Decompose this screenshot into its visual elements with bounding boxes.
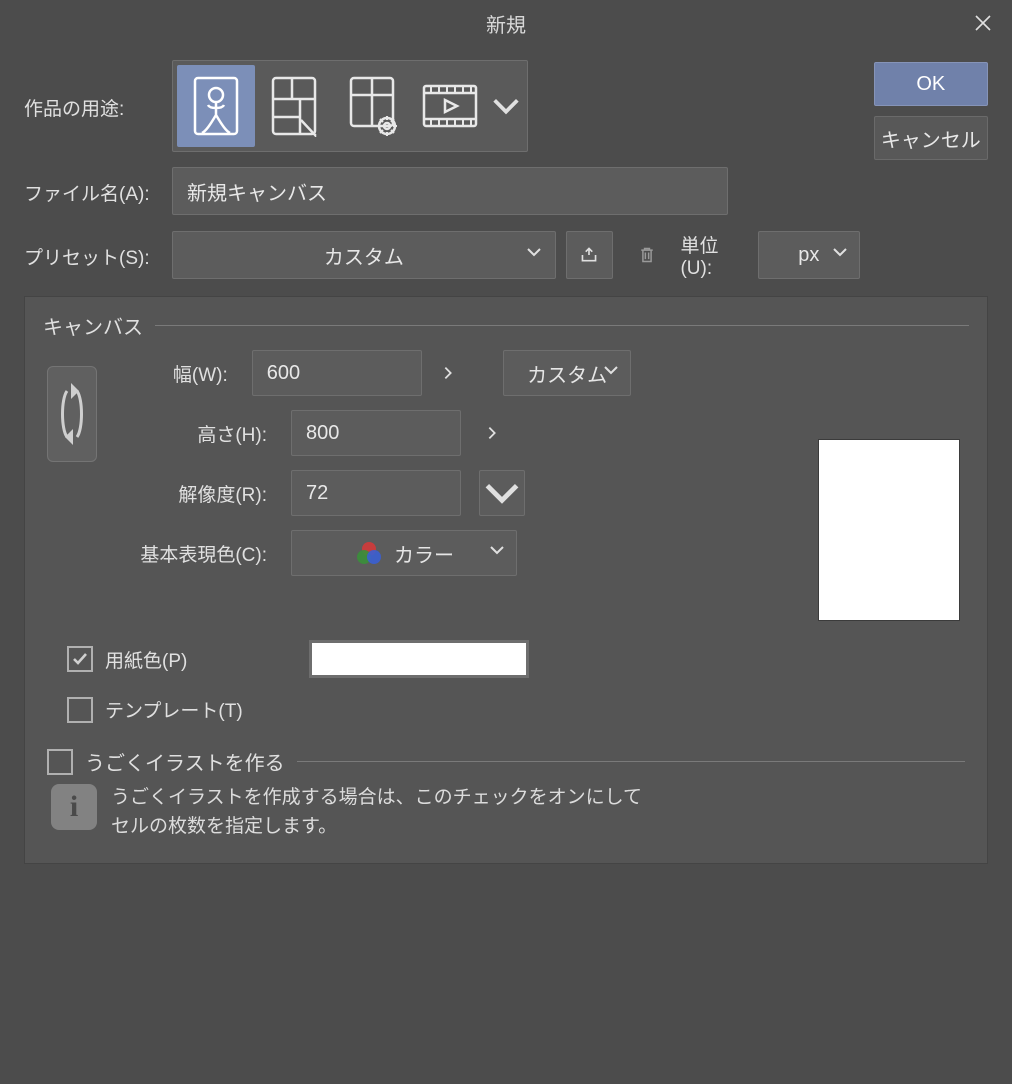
width-label: 幅(W): [111,360,242,387]
save-preset-button[interactable] [566,231,613,279]
resolution-label: 解像度(R): [111,480,281,507]
purpose-animation-button[interactable] [411,65,489,147]
chevron-down-icon [602,361,620,379]
resolution-dropdown-button[interactable] [479,470,525,516]
canvas-group-title: キャンバス [43,311,143,340]
close-button[interactable] [954,0,1012,46]
info-icon: i [51,784,97,830]
illustration-icon [190,75,242,137]
size-preset-dropdown[interactable]: カスタム [503,350,631,396]
chevron-down-icon [525,243,543,261]
cancel-button[interactable]: キャンセル [874,116,988,160]
unit-value: px [798,244,819,267]
resolution-input[interactable] [291,470,461,516]
trash-icon [638,246,656,264]
purpose-illustration-button[interactable] [177,65,255,147]
chevron-down-icon [488,541,506,559]
purpose-label: 作品の用途: [24,92,172,121]
height-input[interactable] [291,410,461,456]
window-title: 新規 [486,9,526,38]
width-step-button[interactable] [432,350,463,396]
titlebar: 新規 [0,0,1012,46]
rgb-circles-icon [354,540,384,566]
colormode-dropdown[interactable]: カラー [291,530,517,576]
swap-arrows-icon [55,377,89,451]
size-preset-value: カスタム [527,359,607,388]
chevron-right-icon [440,365,456,381]
chevron-right-icon [484,425,500,441]
film-play-icon [421,81,479,131]
unit-label: 単位(U): [680,231,746,280]
comic-gear-icon [346,75,398,137]
close-icon [974,14,992,32]
purpose-more-button[interactable] [489,65,523,147]
paper-color-checkbox[interactable] [67,646,93,672]
swap-dimensions-button[interactable] [47,366,97,462]
paper-color-swatch[interactable] [309,640,529,678]
canvas-preview [819,440,959,620]
preset-dropdown[interactable]: カスタム [172,231,556,279]
template-checkbox[interactable] [67,697,93,723]
preset-value: カスタム [324,241,404,270]
comic-page-icon [268,75,320,137]
delete-preset-button[interactable] [623,231,670,279]
colormode-value: カラー [394,539,454,568]
template-label[interactable]: テンプレート(T) [105,696,243,723]
colormode-label: 基本表現色(C): [111,540,281,567]
purpose-toolbar [172,60,528,152]
unit-dropdown[interactable]: px [758,231,860,279]
filename-input[interactable] [172,167,728,215]
purpose-comic-settings-button[interactable] [333,65,411,147]
paper-color-label[interactable]: 用紙色(P) [105,646,187,673]
animation-group-title[interactable]: うごくイラストを作る [85,747,285,776]
chevron-down-icon [489,89,523,123]
preset-label: プリセット(S): [24,241,172,270]
width-input[interactable] [252,350,422,396]
filename-label: ファイル名(A): [24,177,172,206]
chevron-down-icon [831,243,849,261]
animation-checkbox[interactable] [47,749,73,775]
height-label: 高さ(H): [111,420,281,447]
animation-info-text: うごくイラストを作成する場合は、このチェックをオンにしてセルの枚数を指定します。 [111,784,642,841]
purpose-comic-button[interactable] [255,65,333,147]
save-preset-icon [580,246,598,264]
divider [297,761,965,762]
check-icon [71,650,89,668]
chevron-down-icon [480,471,524,515]
canvas-panel: キャンバス 幅(W): [24,296,988,864]
divider [155,325,969,326]
ok-button[interactable]: OK [874,62,988,106]
height-step-button[interactable] [471,410,513,456]
